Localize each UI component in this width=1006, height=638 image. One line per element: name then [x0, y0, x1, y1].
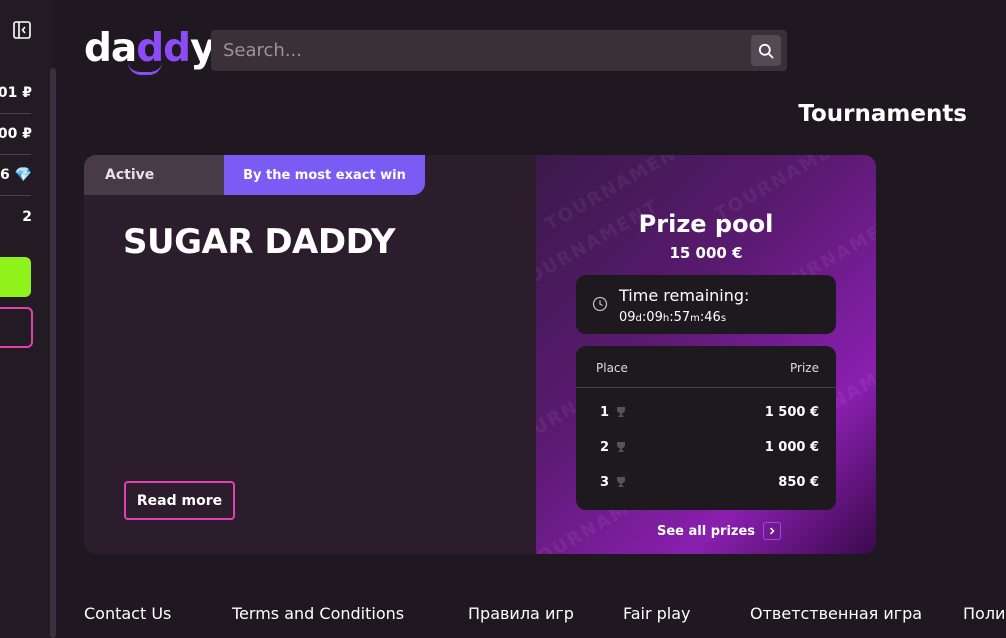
- timer-days: 09: [619, 310, 636, 325]
- timer-days-unit: d: [635, 313, 642, 324]
- place-number: 1: [600, 405, 610, 420]
- timer-box: Time remaining: 09d:09h:57m:46s: [576, 275, 836, 334]
- table-row: 1 1 500 €: [576, 398, 836, 428]
- prize-header: Prize: [790, 361, 819, 375]
- table-row: 3 850 €: [576, 468, 836, 498]
- tournament-mode-tab[interactable]: By the most exact win: [224, 155, 425, 195]
- trophy-icon: [617, 442, 625, 452]
- tournament-card: Active By the most exact win SUGAR DADDY…: [84, 155, 876, 554]
- prize-table-header: Place Prize: [576, 346, 836, 388]
- prize-panel: TOURNAMENT TOURNAMENT TOURNAMENT TOURNAM…: [536, 155, 876, 554]
- see-all-prizes-link[interactable]: See all prizes: [657, 521, 782, 541]
- timer-label: Time remaining:: [619, 286, 750, 305]
- search-bar: [211, 30, 787, 71]
- footer-link-contact[interactable]: Contact Us: [84, 604, 171, 623]
- sidebar-scrollbar[interactable]: [50, 68, 56, 638]
- status-badge: Active: [84, 155, 224, 195]
- prize-table: Place Prize 1 1 500 € 2 1 000 € 3 850 €: [576, 346, 836, 510]
- divider: [0, 154, 31, 155]
- collapse-sidebar-icon: [13, 21, 31, 39]
- balance-count[interactable]: 2: [0, 209, 32, 225]
- logo[interactable]: daddy: [84, 26, 216, 75]
- place-header: Place: [596, 361, 628, 375]
- search-icon: [758, 43, 774, 58]
- see-all-prizes-label: See all prizes: [657, 523, 756, 539]
- logo-smile-icon: [128, 62, 162, 75]
- prize-pool-amount: 15 000 €: [669, 244, 743, 262]
- footer-link-terms[interactable]: Terms and Conditions: [232, 604, 404, 623]
- page-title: Tournaments: [798, 101, 967, 127]
- prize-pool-title: Prize pool: [638, 210, 774, 238]
- divider: [0, 113, 31, 114]
- timer-value: 09d:09h:57m:46s: [619, 310, 727, 325]
- footer-link-policy[interactable]: Полит: [963, 604, 1006, 623]
- place-number: 3: [600, 475, 610, 490]
- prize-amount: 1 000 €: [764, 440, 819, 455]
- read-more-button[interactable]: Read more: [124, 481, 235, 520]
- collapse-sidebar-button[interactable]: [12, 20, 32, 40]
- prize-amount: 1 500 €: [764, 405, 819, 420]
- place-number: 2: [600, 440, 610, 455]
- search-button[interactable]: [751, 35, 781, 66]
- footer-link-responsible-gaming[interactable]: Ответственная игра: [750, 604, 922, 623]
- outline-button[interactable]: [0, 307, 33, 348]
- table-row: 2 1 000 €: [576, 433, 836, 463]
- footer-link-game-rules[interactable]: Правила игр: [468, 604, 574, 623]
- sidebar: 01 ₽ 00 ₽ 6 💎 2: [0, 0, 52, 638]
- footer-link-fair-play[interactable]: Fair play: [623, 604, 691, 623]
- trophy-icon: [617, 407, 625, 417]
- prize-amount: 850 €: [778, 475, 819, 490]
- timer-seconds: 46: [704, 310, 721, 325]
- divider: [0, 195, 31, 196]
- timer-hours: 09: [646, 310, 663, 325]
- timer-minutes-unit: m: [690, 313, 700, 324]
- timer-minutes: 57: [673, 310, 691, 325]
- timer-seconds-unit: s: [720, 313, 727, 324]
- timer-hours-unit: h: [662, 313, 670, 324]
- footer-nav: Contact Us Terms and Conditions Правила …: [84, 604, 1006, 626]
- search-input[interactable]: [211, 30, 765, 71]
- balance-rub-1[interactable]: 01 ₽: [0, 85, 32, 101]
- trophy-icon: [617, 477, 625, 487]
- tournament-title: SUGAR DADDY: [123, 222, 395, 262]
- clock-icon: [592, 296, 608, 312]
- balance-gems[interactable]: 6 💎: [0, 167, 32, 183]
- balance-rub-2[interactable]: 00 ₽: [0, 126, 32, 142]
- deposit-button[interactable]: [0, 257, 31, 297]
- chevron-right-icon: [763, 522, 782, 540]
